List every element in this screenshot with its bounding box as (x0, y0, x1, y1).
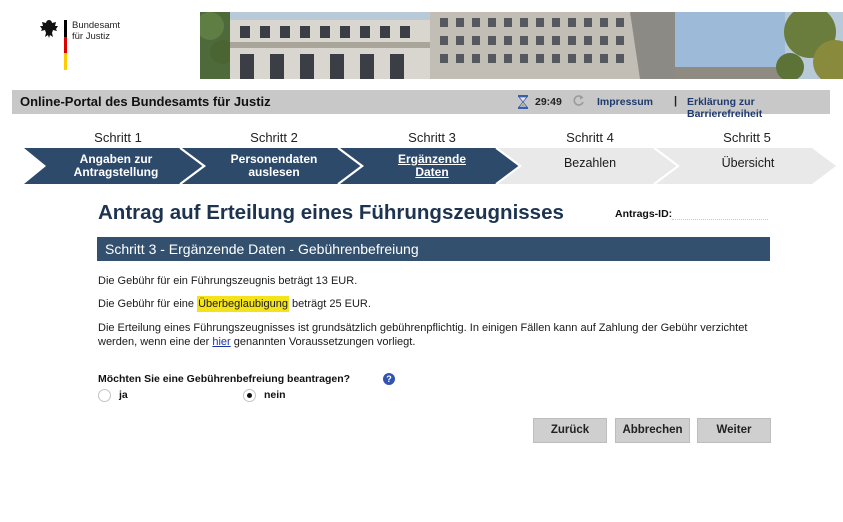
antrags-id-label: Antrags-ID: (615, 208, 673, 220)
step-1-number: Schritt 1 (94, 130, 142, 145)
portal-title: Online-Portal des Bundesamts für Justiz (20, 94, 271, 109)
info-text: Die Erteilung eines Führungszeugnisses i… (98, 322, 778, 349)
info-line2: werden, wenn eine der hier genannten Vor… (98, 336, 778, 350)
radio-nein-selected-dot (247, 393, 252, 398)
cancel-button[interactable]: Abbrechen (615, 418, 690, 443)
refresh-icon[interactable] (572, 94, 585, 107)
step-4-number: Schritt 4 (566, 130, 614, 145)
step-numbers: Schritt 1 Schritt 2 Schritt 3 Schritt 4 … (0, 130, 843, 146)
step-3-line2: Daten (415, 165, 449, 179)
step-3-number: Schritt 3 (408, 130, 456, 145)
step-1-line2: Antragstellung (73, 165, 159, 179)
hourglass-icon (518, 95, 528, 109)
radio-ja[interactable] (98, 389, 111, 402)
fee2-text: Die Gebühr für eine Überbeglaubigung bet… (98, 296, 371, 312)
section-title: Schritt 3 - Ergänzende Daten - Gebührenb… (105, 241, 419, 257)
info-line1: Die Erteilung eines Führungszeugnisses i… (98, 322, 748, 334)
section-header: Schritt 3 - Ergänzende Daten - Gebührenb… (97, 237, 770, 261)
barrierefreiheit-link[interactable]: Erklärung zur Barrierefreiheit (687, 96, 830, 120)
german-flag-stripe (64, 20, 67, 70)
step-2-number: Schritt 2 (250, 130, 298, 145)
antrags-id-value (672, 207, 768, 220)
portal-title-bar: Online-Portal des Bundesamts für Justiz … (12, 90, 830, 120)
step-2-text: Personendaten auslesen (209, 153, 339, 179)
step-4-text: Bezahlen (563, 156, 617, 170)
back-button[interactable]: Zurück (533, 418, 607, 443)
info-hier-link[interactable]: hier (212, 336, 230, 348)
step-5-number: Schritt 5 (723, 130, 771, 145)
federal-eagle-icon (40, 20, 58, 38)
info-line2-after: genannten Voraussetzungen vorliegt. (230, 335, 416, 348)
session-timer: 29:49 (535, 96, 562, 108)
info-line2-before: werden, wenn eine der (98, 335, 213, 348)
fee2-after: beträgt 25 EUR. (288, 298, 371, 310)
exemption-question: Möchten Sie eine Gebührenbefreiung beant… (98, 373, 351, 385)
org-name-line2: für Justiz (72, 31, 111, 42)
fee-text: Die Gebühr für ein Führungszeugnis beträ… (98, 275, 358, 287)
radio-ja-label: ja (119, 389, 128, 401)
bfj-logo: Bundesamt für Justiz (38, 18, 158, 74)
radio-nein-label: nein (264, 389, 286, 401)
org-name: Bundesamt für Justiz (72, 20, 120, 42)
help-icon[interactable]: ? (383, 373, 395, 385)
page-title: Antrag auf Erteilung eines Führungszeugn… (98, 201, 564, 224)
step-3-text[interactable]: Ergänzende Daten (367, 153, 497, 179)
next-button[interactable]: Weiter (697, 418, 771, 443)
step-5-text: Übersicht (721, 156, 775, 170)
radio-nein[interactable] (243, 389, 256, 402)
step-1-text: Angaben zur Antragstellung (51, 153, 181, 179)
building-illustration (200, 12, 843, 79)
fee2-before: Die Gebühr für eine (98, 298, 198, 310)
impressum-link[interactable]: Impressum (597, 96, 653, 108)
link-separator: | (674, 95, 678, 107)
fee2-highlight: Überbeglaubigung (197, 296, 289, 312)
step-2-line2: auslesen (248, 165, 300, 179)
org-name-line1: Bundesamt (72, 20, 121, 31)
header-banner-photo (200, 12, 843, 79)
